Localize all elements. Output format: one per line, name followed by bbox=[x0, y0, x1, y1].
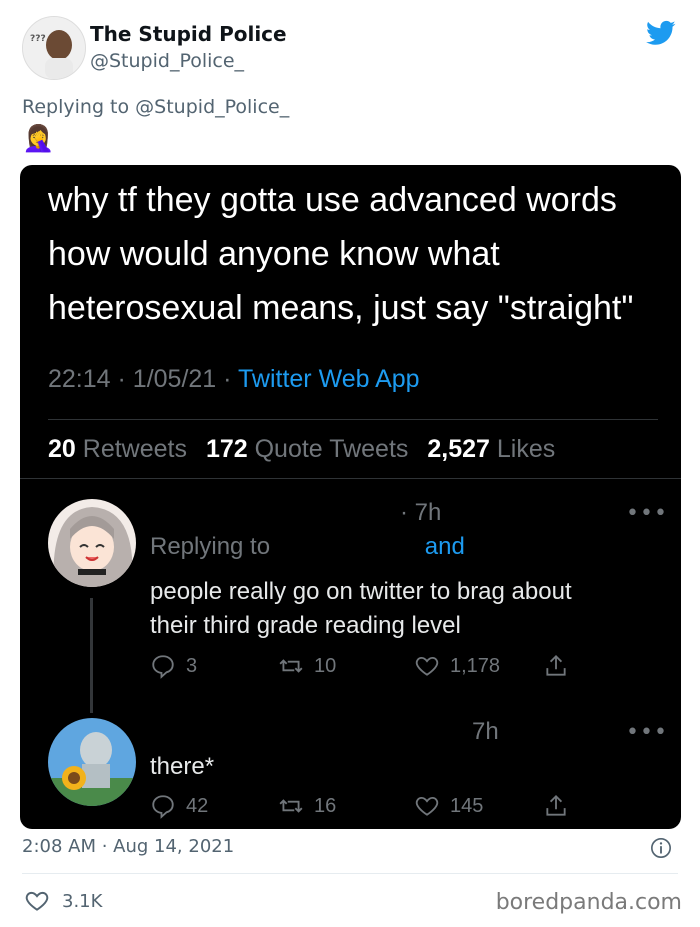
divider bbox=[20, 478, 681, 479]
like-button[interactable]: 3.1K bbox=[24, 888, 102, 914]
tweet-line-2: how would anyone know what bbox=[48, 235, 500, 273]
heart-icon bbox=[415, 796, 439, 816]
reply-avatar-anime[interactable] bbox=[48, 499, 136, 587]
reply-2-age: 7h bbox=[472, 718, 499, 745]
quote-tweets-stat[interactable]: 172 Quote Tweets bbox=[206, 435, 408, 463]
tweet-stats: 20 Retweets 172 Quote Tweets 2,527 Likes bbox=[48, 435, 555, 464]
replying-to-line: Replying to @Stupid_Police_ bbox=[22, 96, 289, 118]
reply-icon bbox=[152, 795, 174, 819]
reply-avatar-statue[interactable] bbox=[48, 718, 136, 806]
watermark: boredpanda.com bbox=[495, 890, 682, 915]
retweet-icon bbox=[279, 799, 303, 813]
more-dots-icon[interactable]: ••• bbox=[626, 501, 668, 526]
reply-1-age: 7h bbox=[414, 499, 442, 526]
embedded-tweet-text: why tf they gotta use advanced words how… bbox=[48, 173, 673, 335]
reply-button[interactable]: 42 bbox=[150, 793, 208, 819]
heart-icon bbox=[415, 656, 439, 676]
tweet-timestamp[interactable]: 2:08 AM · Aug 14, 2021 bbox=[22, 836, 234, 857]
replying-handle-link[interactable]: @Stupid_Police_ bbox=[135, 96, 289, 118]
reply-2-actions: 42 16 145 bbox=[150, 793, 590, 823]
share-icon bbox=[546, 794, 566, 816]
divider bbox=[48, 419, 658, 420]
author-avatar[interactable]: ??? bbox=[22, 16, 86, 80]
footer-divider bbox=[22, 873, 678, 874]
reply-1-replying-to: Replying to and bbox=[150, 533, 465, 560]
author-name[interactable]: The Stupid Police bbox=[90, 22, 287, 46]
like-button[interactable]: 145 bbox=[414, 793, 483, 819]
reply-2-text: there* bbox=[150, 753, 215, 780]
replying-prefix: Replying to bbox=[22, 96, 130, 118]
like-count: 3.1K bbox=[62, 890, 103, 912]
reply-2-header: 7h bbox=[472, 718, 499, 746]
likes-stat[interactable]: 2,527 Likes bbox=[427, 435, 555, 463]
retweet-button[interactable]: 16 bbox=[278, 793, 336, 819]
tweet-line-1: why tf they gotta use advanced words bbox=[48, 181, 617, 219]
retweet-icon bbox=[279, 659, 303, 673]
author-handle[interactable]: @Stupid_Police_ bbox=[90, 50, 244, 72]
heart-icon bbox=[25, 891, 49, 911]
retweets-stat[interactable]: 20 Retweets bbox=[48, 435, 187, 463]
reply-1-and[interactable]: and bbox=[425, 533, 465, 560]
tweet-time: 22:14 bbox=[48, 365, 111, 393]
reply-icon bbox=[152, 655, 174, 679]
twitter-bird-icon bbox=[646, 20, 676, 45]
tweet-date: 1/05/21 bbox=[132, 365, 217, 393]
share-button[interactable] bbox=[543, 653, 569, 679]
thread-connector-line bbox=[90, 598, 93, 713]
reply-button[interactable]: 3 bbox=[150, 653, 197, 679]
more-dots-icon[interactable]: ••• bbox=[626, 720, 668, 745]
info-icon[interactable] bbox=[650, 837, 672, 859]
embedded-tweet-screenshot: why tf they gotta use advanced words how… bbox=[20, 165, 681, 829]
reply-1-actions: 3 10 1,178 bbox=[150, 653, 590, 683]
share-icon bbox=[546, 654, 566, 676]
retweet-button[interactable]: 10 bbox=[278, 653, 336, 679]
like-button[interactable]: 1,178 bbox=[414, 653, 500, 679]
tweet-app-link[interactable]: Twitter Web App bbox=[238, 365, 420, 393]
share-button[interactable] bbox=[543, 793, 569, 819]
tweet-line-3: heterosexual means, just say "straight" bbox=[48, 289, 634, 327]
tweet-meta: 22:14 · 1/05/21 · Twitter Web App bbox=[48, 365, 420, 393]
facepalm-emoji: 🤦‍♀️ bbox=[22, 124, 55, 154]
svg-text:???: ??? bbox=[30, 34, 46, 44]
reply-1-text: people really go on twitter to brag abou… bbox=[150, 578, 572, 639]
reply-1-header: · 7h bbox=[400, 499, 442, 526]
